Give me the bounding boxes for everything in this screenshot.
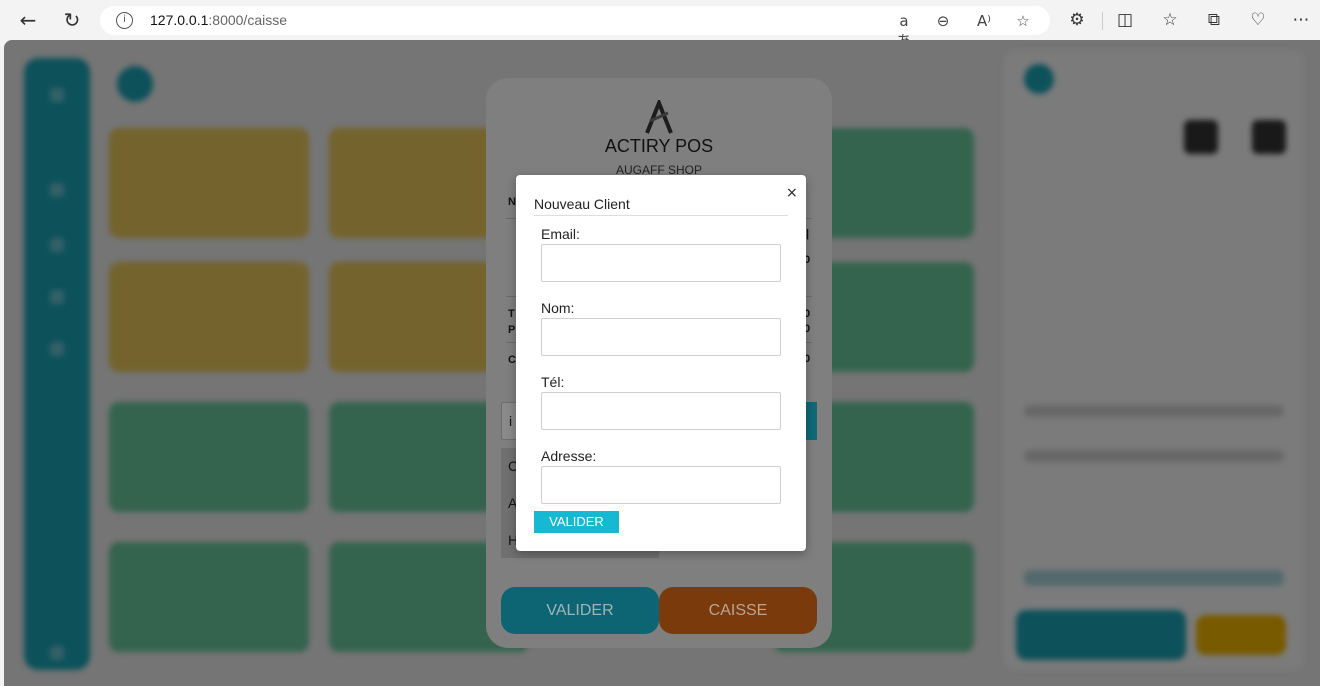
- back-icon[interactable]: ←: [16, 8, 40, 32]
- receipt-caisse-button[interactable]: CAISSE: [659, 587, 817, 634]
- address-bar[interactable]: i 127.0.0.1:8000/caisse aあ ⊖ A⁾ ☆: [100, 6, 1050, 50]
- extensions-icon[interactable]: ⚙: [1066, 9, 1088, 31]
- receipt-valider-button[interactable]: VALIDER: [501, 587, 659, 634]
- read-aloud-icon[interactable]: A⁾: [974, 11, 994, 31]
- reload-icon[interactable]: ↻: [60, 8, 84, 32]
- info-icon[interactable]: i: [116, 12, 133, 29]
- receipt-label: N: [508, 196, 516, 208]
- modal-title: Nouveau Client: [534, 196, 630, 212]
- actiry-logo-icon: [645, 100, 673, 134]
- adresse-field[interactable]: [541, 466, 781, 504]
- receipt-value: |: [806, 228, 810, 240]
- nom-label: Nom:: [541, 300, 575, 316]
- receipt-label: T: [508, 308, 515, 320]
- split-screen-icon[interactable]: ◫: [1114, 9, 1136, 31]
- page-viewport: ACTIRY POS AUGAFF SHOP N | 0 T P 0 0 C 0…: [4, 40, 1320, 686]
- browser-essentials-icon[interactable]: ♡: [1247, 9, 1269, 31]
- receipt-label: P: [508, 324, 516, 336]
- close-icon[interactable]: ×: [786, 185, 798, 201]
- valider-button[interactable]: VALIDER: [534, 511, 619, 533]
- toolbar-divider: [1102, 12, 1103, 30]
- translate-icon[interactable]: aあ: [894, 11, 914, 50]
- browser-toolbar: ← ↻ i 127.0.0.1:8000/caisse aあ ⊖ A⁾ ☆ ⚙ …: [0, 0, 1320, 50]
- brand-name: ACTIRY POS: [604, 136, 714, 156]
- tel-field[interactable]: [541, 392, 781, 430]
- email-field[interactable]: [541, 244, 781, 282]
- receipt-label: C: [508, 354, 516, 366]
- email-label: Email:: [541, 226, 580, 242]
- more-icon[interactable]: ⋯: [1290, 9, 1312, 31]
- adresse-label: Adresse:: [541, 448, 597, 464]
- tel-label: Tél:: [541, 374, 565, 390]
- url-text[interactable]: 127.0.0.1:8000/caisse: [150, 12, 287, 28]
- favorite-star-icon[interactable]: ☆: [1013, 11, 1033, 31]
- new-client-modal: × Nouveau Client Email: Nom: Tél: Adress…: [516, 175, 806, 551]
- title-divider: [534, 215, 788, 216]
- collections-icon[interactable]: ⧉: [1203, 9, 1225, 31]
- nom-field[interactable]: [541, 318, 781, 356]
- favorites-icon[interactable]: ☆: [1159, 9, 1181, 31]
- zoom-out-icon[interactable]: ⊖: [933, 11, 953, 31]
